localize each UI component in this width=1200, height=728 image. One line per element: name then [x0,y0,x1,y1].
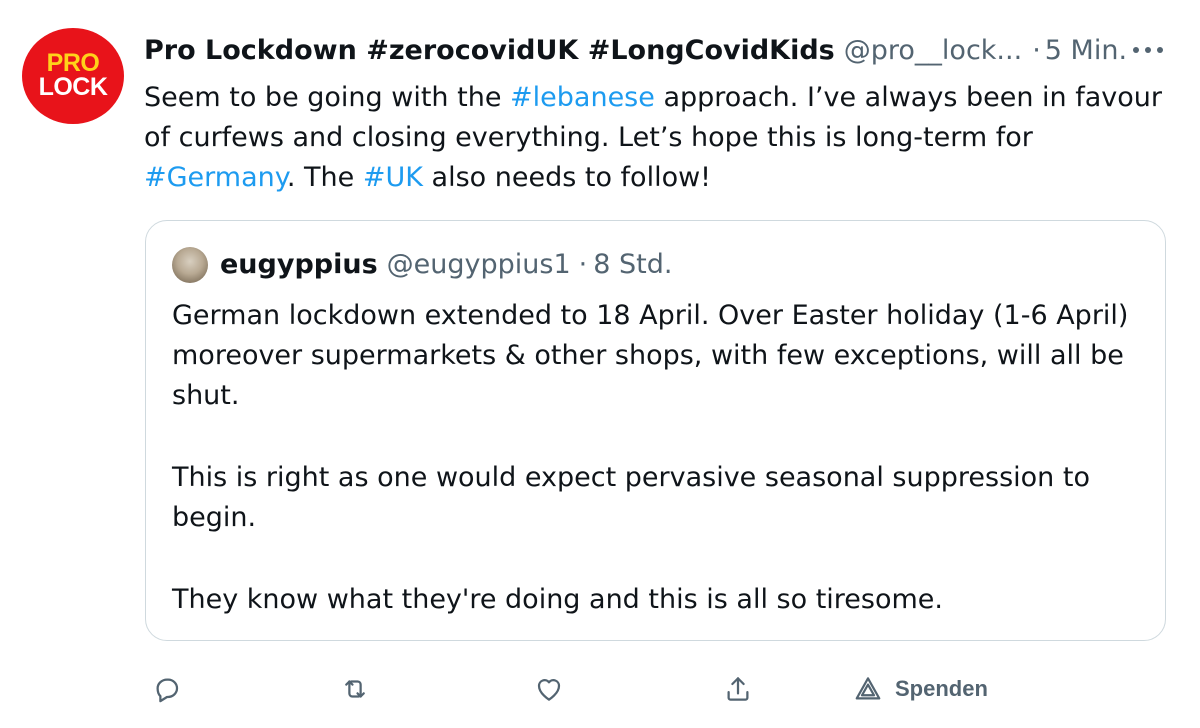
hashtag-link[interactable]: #lebanese [510,82,655,113]
quoted-tweet-text: German lockdown extended to 18 April. Ov… [172,296,1132,620]
tweet[interactable]: PRO LOCK Pro Lockdown #zerocovidUK #Long… [0,0,1200,728]
tweet-text-segment: . The [286,162,363,193]
tip-label: Spenden [895,676,988,701]
quoted-paragraph: German lockdown extended to 18 April. Ov… [172,300,1129,411]
reply-icon [156,678,179,703]
retweet-icon [345,680,365,698]
quoted-paragraph: This is right as one would expect pervas… [172,462,1090,533]
tweet-text-segment: also needs to follow! [422,162,711,193]
more-horizontal-icon[interactable] [1126,32,1170,68]
separator-dot: · [578,249,588,280]
avatar-text-lock: LOCK [38,73,108,101]
hashtag-link[interactable]: #Germany [144,162,287,193]
display-name[interactable]: Pro Lockdown #zerocovidUK #LongCovidKids [144,33,835,69]
reply-button[interactable] [147,669,187,709]
like-heart-icon [537,679,561,701]
quoted-tweet[interactable]: eugyppius @eugyppius1 · 8 Std. German lo… [145,220,1166,641]
retweet-button[interactable] [335,669,375,709]
quoted-tweet-header: eugyppius @eugyppius1 · 8 Std. [172,247,672,283]
separator-dot: · [1032,35,1041,66]
quoted-paragraph: They know what they're doing and this is… [172,584,943,615]
share-icon [727,677,749,701]
tweet-text: Seem to be going with the #lebanese appr… [144,78,1164,198]
tip-button[interactable]: Spenden [853,671,988,707]
tweet-header: Pro Lockdown #zerocovidUK #LongCovidKids… [144,33,1170,69]
action-bar: Spenden [145,665,1025,711]
quoted-user-handle: @eugyppius1 [386,249,571,280]
quoted-timestamp: 8 Std. [593,249,673,280]
like-button[interactable] [529,669,569,709]
tweet-text-segment: Seem to be going with the [144,82,511,113]
hashtag-link[interactable]: #UK [363,162,423,193]
quoted-display-name: eugyppius [220,249,378,280]
share-button[interactable] [718,669,758,709]
timestamp[interactable]: 5 Min. [1045,33,1127,69]
user-handle[interactable]: @pro__lock... [844,33,1022,69]
avatar[interactable]: PRO LOCK [22,28,124,124]
quoted-avatar [172,247,208,283]
tip-jar-icon [855,677,881,700]
